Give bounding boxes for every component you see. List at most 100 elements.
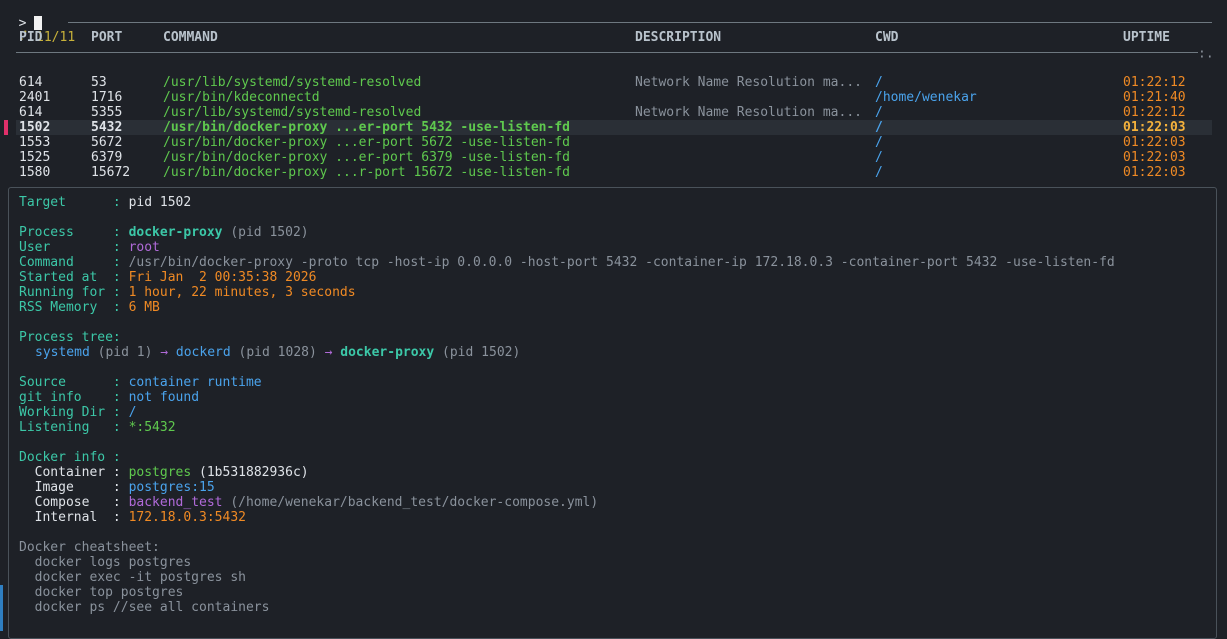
docker-info-label: Docker info : bbox=[19, 450, 121, 465]
label: RSS Memory : bbox=[19, 300, 121, 315]
table-row[interactable]: 2401 1716 /usr/bin/kdeconnectd /home/wen… bbox=[16, 90, 1212, 105]
value: container runtime bbox=[128, 375, 262, 390]
detail-source: Source : container runtime bbox=[19, 375, 262, 390]
cell-uptime: 01:22:12 bbox=[1123, 75, 1186, 90]
cell-cwd: / bbox=[875, 135, 883, 150]
cell-pid: 1553 bbox=[19, 135, 51, 150]
preview-scrollbar[interactable] bbox=[0, 585, 3, 631]
cheatsheet-item: docker exec -it postgres sh bbox=[19, 570, 246, 585]
cell-command: /usr/bin/kdeconnectd bbox=[163, 90, 320, 105]
detail-image: Image : postgres:15 bbox=[19, 480, 215, 495]
detail-container: Container : postgres (1b531882936c) bbox=[19, 465, 309, 480]
cell-pid: 1525 bbox=[19, 150, 51, 165]
table-row-selected[interactable]: 1502 5432 /usr/bin/docker-proxy ...er-po… bbox=[16, 120, 1212, 135]
tree-node: systemd bbox=[35, 345, 90, 360]
cell-port: 6379 bbox=[91, 150, 123, 165]
cell-port: 15672 bbox=[91, 165, 131, 180]
cell-uptime: 01:22:03 bbox=[1123, 120, 1186, 135]
header-bottom-rule bbox=[16, 52, 1198, 53]
cheatsheet-item: docker top postgres bbox=[19, 585, 184, 600]
detail-rss: RSS Memory : 6 MB bbox=[19, 300, 160, 315]
cell-command: /usr/bin/docker-proxy ...r-port 15672 -u… bbox=[163, 165, 570, 180]
tree-node: dockerd bbox=[175, 345, 231, 360]
cell-uptime: 01:21:40 bbox=[1123, 90, 1186, 105]
label: Listening : bbox=[19, 420, 121, 435]
label: Working Dir : bbox=[19, 405, 121, 420]
label: Target : bbox=[19, 195, 121, 210]
value: backend_test bbox=[128, 495, 223, 510]
column-header-port[interactable]: PORT bbox=[91, 30, 122, 45]
cell-cwd: / bbox=[875, 105, 883, 120]
cell-uptime: 01:22:03 bbox=[1123, 135, 1186, 150]
cell-pid: 2401 bbox=[19, 90, 51, 105]
container-id: (1b531882936c) bbox=[191, 465, 309, 480]
arrow-icon: → bbox=[160, 345, 169, 360]
cell-cwd: /home/wenekar bbox=[875, 90, 977, 105]
cell-uptime: 01:22:03 bbox=[1123, 150, 1186, 165]
cell-command: /usr/lib/systemd/systemd-resolved bbox=[163, 105, 422, 120]
selection-marker bbox=[4, 120, 8, 135]
header-top-rule bbox=[68, 22, 1212, 23]
column-header-description[interactable]: DESCRIPTION bbox=[635, 30, 721, 45]
value: pid 1502 bbox=[128, 195, 192, 210]
table-row[interactable]: 614 5355 /usr/lib/systemd/systemd-resolv… bbox=[16, 105, 1212, 120]
label: Source : bbox=[19, 375, 121, 390]
table-row[interactable]: 1553 5672 /usr/bin/docker-proxy ...er-po… bbox=[16, 135, 1212, 150]
cell-pid: 614 bbox=[19, 75, 43, 90]
cell-command: /usr/lib/systemd/systemd-resolved bbox=[163, 75, 422, 90]
tree-pid: (pid 1) bbox=[89, 345, 161, 360]
result-counter: ⠌ 11/11 bbox=[3, 15, 76, 45]
value: 1 hour, 22 minutes, 3 seconds bbox=[128, 285, 356, 300]
label: Started at : bbox=[19, 270, 121, 285]
cell-command: /usr/bin/docker-proxy ...er-port 5432 -u… bbox=[163, 120, 570, 135]
label: Compose : bbox=[19, 495, 121, 510]
column-header-uptime[interactable]: UPTIME bbox=[1123, 30, 1170, 45]
value: *:5432 bbox=[128, 420, 176, 435]
cell-uptime: 01:22:12 bbox=[1123, 105, 1186, 120]
value: not found bbox=[128, 390, 200, 405]
cell-pid: 1580 bbox=[19, 165, 51, 180]
process-tree: systemd (pid 1) → dockerd (pid 1028) → d… bbox=[35, 345, 520, 360]
table-row[interactable]: 614 53 /usr/lib/systemd/systemd-resolved… bbox=[16, 75, 1212, 90]
horizontal-scroll-dots: ·· bbox=[1198, 50, 1214, 65]
cell-uptime: 01:22:03 bbox=[1123, 165, 1186, 180]
value: postgres bbox=[128, 465, 192, 480]
table-row[interactable]: 1525 6379 /usr/bin/docker-proxy ...er-po… bbox=[16, 150, 1212, 165]
process-tree-label: Process tree: bbox=[19, 330, 121, 345]
compose-path: (/home/wenekar/backend_test/docker-compo… bbox=[222, 495, 599, 510]
process-name: docker-proxy bbox=[128, 225, 223, 240]
cell-port: 5355 bbox=[91, 105, 123, 120]
column-header-pid[interactable]: PID bbox=[19, 30, 42, 45]
value: Fri Jan 2 00:35:38 2026 bbox=[128, 270, 317, 285]
tree-node: docker-proxy bbox=[340, 345, 435, 360]
detail-process: Process : docker-proxy (pid 1502) bbox=[19, 225, 309, 240]
tree-pid: (pid 1028) bbox=[230, 345, 325, 360]
value: root bbox=[128, 240, 160, 255]
value: 6 MB bbox=[128, 300, 160, 315]
label: git info : bbox=[19, 390, 121, 405]
value: postgres:15 bbox=[128, 480, 215, 495]
cell-port: 53 bbox=[91, 75, 107, 90]
detail-compose: Compose : backend_test (/home/wenekar/ba… bbox=[19, 495, 599, 510]
tree-pid: (pid 1502) bbox=[434, 345, 521, 360]
value: /usr/bin/docker-proxy -proto tcp -host-i… bbox=[128, 255, 1115, 270]
label: Container : bbox=[19, 465, 121, 480]
cell-cwd: / bbox=[875, 120, 883, 135]
label: Command : bbox=[19, 255, 121, 270]
cell-pid: 614 bbox=[19, 105, 43, 120]
label: User : bbox=[19, 240, 121, 255]
label: Running for : bbox=[19, 285, 121, 300]
cell-port: 5672 bbox=[91, 135, 123, 150]
table-row[interactable]: 1580 15672 /usr/bin/docker-proxy ...r-po… bbox=[16, 165, 1212, 180]
cell-description: Network Name Resolution ma... bbox=[635, 75, 862, 90]
cell-command: /usr/bin/docker-proxy ...er-port 5672 -u… bbox=[163, 135, 570, 150]
detail-running: Running for : 1 hour, 22 minutes, 3 seco… bbox=[19, 285, 356, 300]
value: 172.18.0.3:5432 bbox=[128, 510, 246, 525]
detail-internal: Internal : 172.18.0.3:5432 bbox=[19, 510, 246, 525]
detail-started: Started at : Fri Jan 2 00:35:38 2026 bbox=[19, 270, 316, 285]
column-header-cwd[interactable]: CWD bbox=[875, 30, 898, 45]
label: Image : bbox=[19, 480, 121, 495]
prompt-line[interactable]: > bbox=[3, 1, 43, 31]
column-header-command[interactable]: COMMAND bbox=[163, 30, 218, 45]
process-pid: (pid 1502) bbox=[222, 225, 309, 240]
